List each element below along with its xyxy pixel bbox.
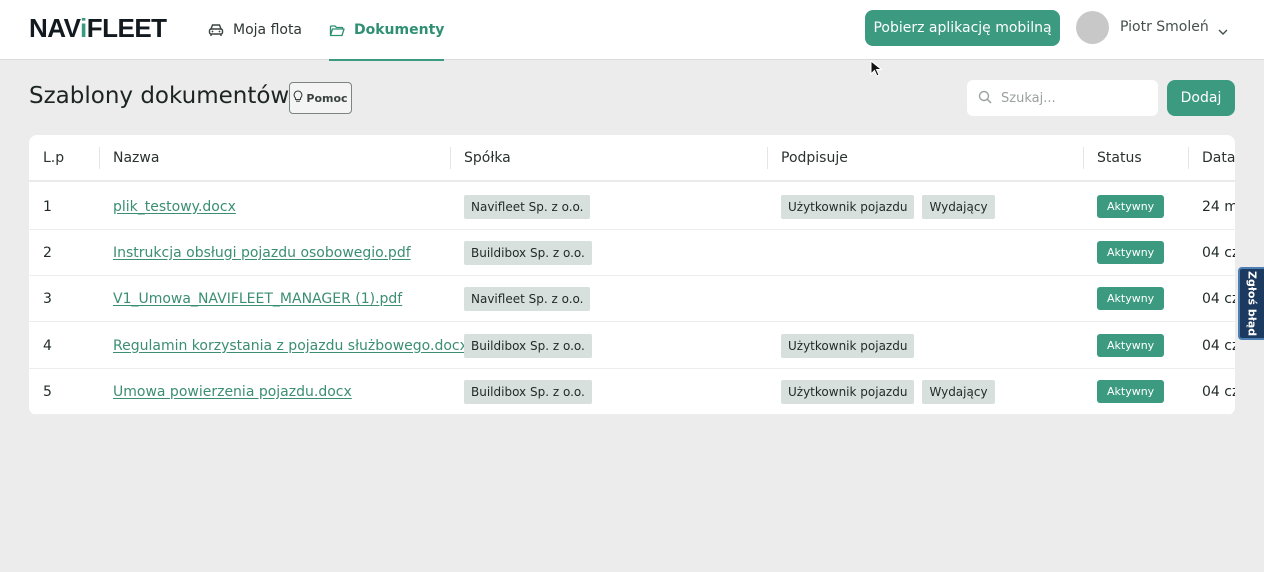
document-link[interactable]: plik_testowy.docx bbox=[113, 199, 236, 215]
chevron-down-icon[interactable] bbox=[1217, 22, 1229, 41]
row-lp: 2 bbox=[43, 244, 52, 261]
status-badge: Aktywny bbox=[1097, 380, 1165, 403]
company-chip: Buildibox Sp. z o.o. bbox=[464, 379, 592, 404]
documents-table: L.p Nazwa Spółka Podpisuje Status Data 1… bbox=[29, 135, 1235, 415]
logo-text-prefix: NAV bbox=[29, 13, 81, 43]
row-lp: 3 bbox=[43, 290, 52, 307]
company-chip: Buildibox Sp. z o.o. bbox=[464, 333, 592, 358]
row-lp: 4 bbox=[43, 337, 52, 354]
document-link[interactable]: Regulamin korzystania z pojazdu służbowe… bbox=[113, 338, 468, 354]
car-icon bbox=[208, 23, 224, 37]
user-name[interactable]: Piotr Smoleń bbox=[1120, 19, 1209, 35]
mouse-cursor-icon bbox=[870, 59, 884, 82]
download-mobile-app-button[interactable]: Pobierz aplikację mobilną bbox=[865, 10, 1060, 46]
document-link[interactable]: Instrukcja obsługi pojazdu osobowegio.pd… bbox=[113, 245, 411, 261]
status-badge: Aktywny bbox=[1097, 334, 1165, 357]
avatar[interactable] bbox=[1076, 11, 1109, 44]
navifleet-logo[interactable]: NAViFLEET bbox=[29, 14, 167, 42]
logo-text-suffix: FLEET bbox=[86, 13, 167, 43]
signer-chip: Wydający bbox=[922, 379, 995, 404]
page-title: Szablony dokumentów bbox=[29, 83, 290, 109]
signer-chip: Użytkownik pojazdu bbox=[781, 379, 915, 404]
lightbulb-icon bbox=[293, 90, 303, 106]
folder-icon bbox=[329, 24, 345, 37]
row-date: 04 cz bbox=[1202, 244, 1235, 261]
company-chip: Navifleet Sp. z o.o. bbox=[464, 286, 591, 311]
row-lp: 1 bbox=[43, 198, 52, 215]
add-button[interactable]: Dodaj bbox=[1167, 80, 1235, 116]
status-badge: Aktywny bbox=[1097, 241, 1165, 264]
table-row[interactable]: 5 Umowa powierzenia pojazdu.docx Buildib… bbox=[29, 369, 1235, 415]
nav-item-label: Dokumenty bbox=[354, 22, 445, 38]
logo-text-accent: i bbox=[80, 13, 87, 43]
row-date: 24 m bbox=[1202, 198, 1235, 215]
table-header-row: L.p Nazwa Spółka Podpisuje Status Data bbox=[29, 135, 1235, 182]
column-divider bbox=[1188, 147, 1189, 169]
status-badge: Aktywny bbox=[1097, 195, 1165, 218]
report-bug-label: Zgłoś błąd bbox=[1245, 270, 1259, 337]
report-bug-tab[interactable]: Zgłoś błąd bbox=[1238, 267, 1264, 340]
column-header-spolka[interactable]: Spółka bbox=[464, 135, 511, 180]
column-header-podpisuje[interactable]: Podpisuje bbox=[781, 135, 848, 180]
column-header-status[interactable]: Status bbox=[1097, 135, 1142, 180]
column-header-lp[interactable]: L.p bbox=[43, 135, 64, 180]
search-box bbox=[967, 80, 1158, 116]
column-divider bbox=[1083, 147, 1084, 169]
row-date: 04 cz bbox=[1202, 383, 1235, 400]
table-row[interactable]: 1 plik_testowy.docx Navifleet Sp. z o.o.… bbox=[29, 184, 1235, 230]
company-chip: Navifleet Sp. z o.o. bbox=[464, 194, 591, 219]
row-date: 04 cz bbox=[1202, 290, 1235, 307]
status-badge: Aktywny bbox=[1097, 287, 1165, 310]
search-input[interactable] bbox=[1001, 90, 1151, 106]
top-navigation-bar: NAViFLEET Moja flota Dokumenty Pobierz a… bbox=[0, 0, 1264, 61]
table-row[interactable]: 2 Instrukcja obsługi pojazdu osobowegio.… bbox=[29, 230, 1235, 276]
row-date: 04 cz bbox=[1202, 337, 1235, 354]
column-divider bbox=[99, 147, 100, 169]
column-divider bbox=[767, 147, 768, 169]
document-link[interactable]: Umowa powierzenia pojazdu.docx bbox=[113, 384, 352, 400]
table-row[interactable]: 3 V1_Umowa_NAVIFLEET_MANAGER (1).pdf Nav… bbox=[29, 276, 1235, 322]
signer-chip: Użytkownik pojazdu bbox=[781, 194, 915, 219]
signer-chip: Wydający bbox=[922, 194, 995, 219]
search-icon bbox=[978, 89, 992, 108]
nav-item-label: Moja flota bbox=[233, 22, 303, 38]
table-row[interactable]: 4 Regulamin korzystania z pojazdu służbo… bbox=[29, 323, 1235, 369]
nav-item-moja-flota[interactable]: Moja flota bbox=[208, 0, 302, 60]
signer-chip: Użytkownik pojazdu bbox=[781, 333, 915, 358]
company-chip: Buildibox Sp. z o.o. bbox=[464, 240, 592, 265]
document-link[interactable]: V1_Umowa_NAVIFLEET_MANAGER (1).pdf bbox=[113, 291, 402, 307]
row-lp: 5 bbox=[43, 383, 52, 400]
help-label: Pomoc bbox=[306, 91, 348, 105]
help-button[interactable]: Pomoc bbox=[289, 82, 352, 114]
column-header-data[interactable]: Data bbox=[1202, 135, 1235, 180]
column-divider bbox=[450, 147, 451, 169]
column-header-nazwa[interactable]: Nazwa bbox=[113, 135, 159, 180]
nav-item-dokumenty[interactable]: Dokumenty bbox=[329, 0, 445, 61]
